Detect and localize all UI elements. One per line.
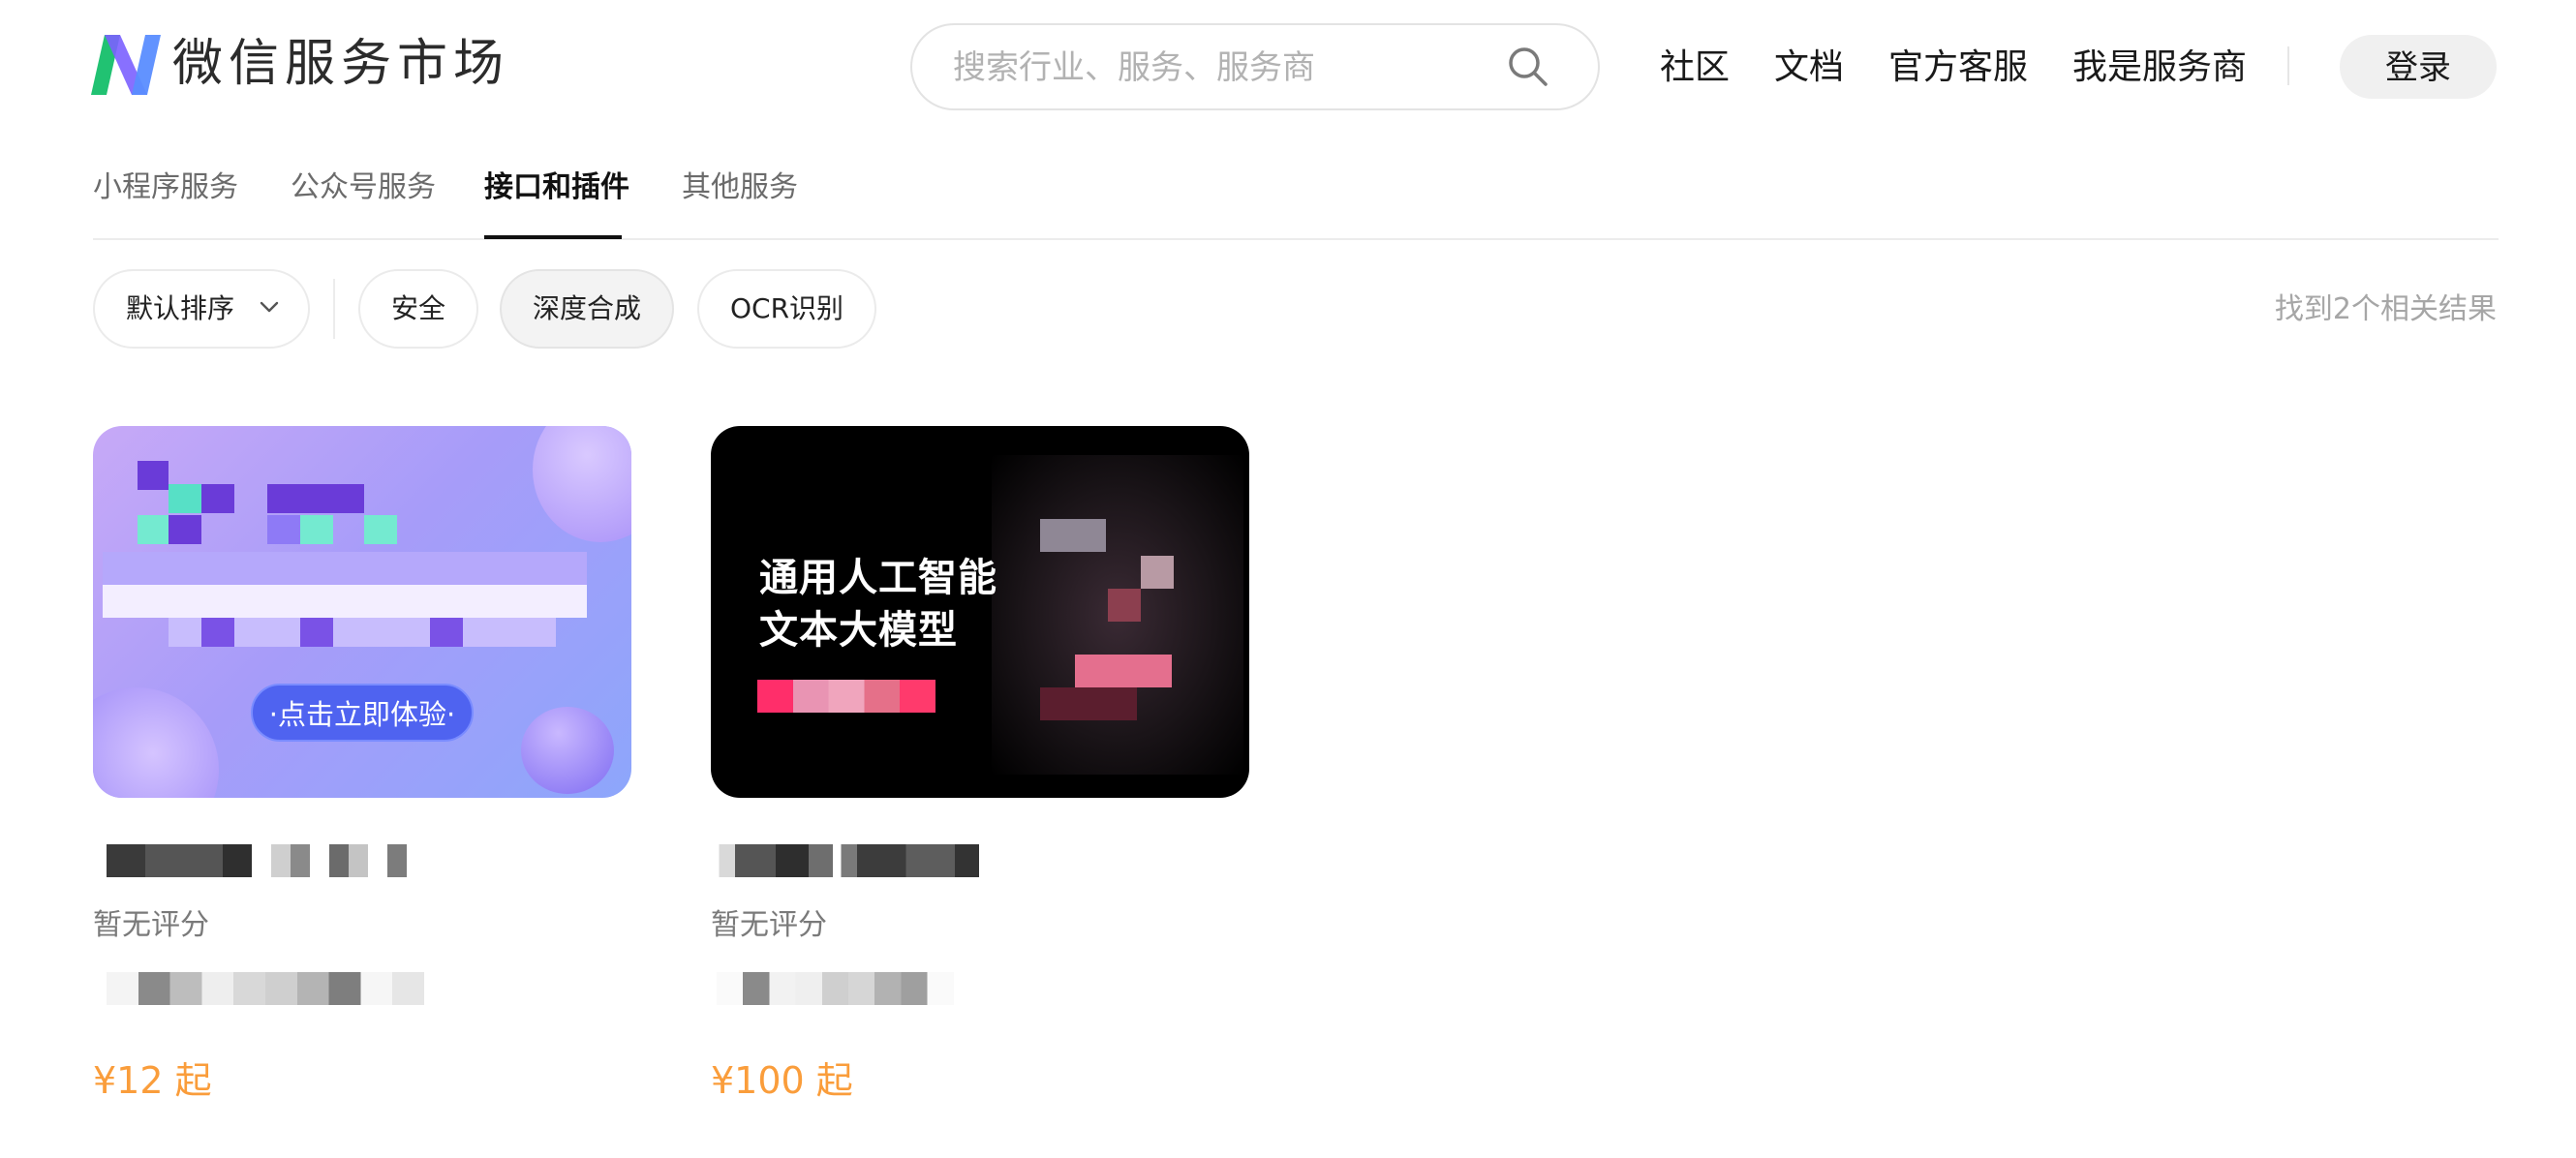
pixelated-graphic <box>757 680 935 713</box>
pixelated-graphic <box>201 484 234 513</box>
pixelated-graphic <box>169 484 201 513</box>
product-description-redacted <box>717 972 1046 1005</box>
product-description-redacted <box>107 972 504 1005</box>
promo-text-line: 文本大模型 <box>759 608 958 653</box>
pixelated-graphic <box>103 585 587 618</box>
pixelated-graphic <box>138 515 169 544</box>
nav-link-customer-service[interactable]: 官方客服 <box>1888 39 2028 97</box>
pixelated-graphic <box>138 461 169 490</box>
pixelated-graphic <box>201 618 234 647</box>
pixelated-graphic <box>364 515 397 544</box>
tab-other-services[interactable]: 其他服务 <box>682 163 798 213</box>
tab-apis-and-plugins[interactable]: 接口和插件 <box>484 163 629 213</box>
search-box[interactable] <box>910 23 1600 110</box>
pixelated-graphic <box>300 618 333 647</box>
filter-chip-ocr[interactable]: OCR识别 <box>697 269 877 349</box>
pixelated-graphic <box>1040 519 1106 552</box>
decorative-blob <box>521 707 614 794</box>
tab-official-account-services[interactable]: 公众号服务 <box>291 163 436 213</box>
nav-link-docs[interactable]: 文档 <box>1774 39 1844 97</box>
product-rating: 暂无评分 <box>711 908 827 942</box>
product-title-redacted[interactable] <box>107 844 591 877</box>
product-price: ¥12 起 <box>93 1059 212 1102</box>
active-tab-indicator <box>484 235 622 239</box>
try-now-badge: ·点击立即体验· <box>251 684 474 742</box>
service-market-page: 微信服务市场 社区 文档 官方客服 我是服务商 登录 小程序服务 公众号服务 接… <box>0 0 2576 1158</box>
login-button[interactable]: 登录 <box>2340 35 2497 99</box>
search-input[interactable] <box>951 25 1497 110</box>
pixelated-graphic <box>1108 589 1141 622</box>
pixelated-graphic <box>267 484 364 513</box>
pixelated-graphic <box>1141 556 1174 589</box>
filter-chip-security[interactable]: 安全 <box>358 269 479 349</box>
decorative-blob <box>533 426 631 542</box>
sort-dropdown[interactable]: 默认排序 <box>93 269 310 349</box>
promo-text-line: 通用人工智能 <box>759 556 997 600</box>
nav-link-provider[interactable]: 我是服务商 <box>2072 39 2247 97</box>
filter-divider <box>333 279 335 339</box>
product-card-image[interactable]: ·点击立即体验· <box>93 426 631 798</box>
nav-link-community[interactable]: 社区 <box>1660 39 1730 97</box>
pixelated-graphic <box>300 515 333 544</box>
decorative-blob <box>93 687 219 798</box>
wechat-service-market-logo-icon[interactable] <box>91 35 161 95</box>
search-icon[interactable] <box>1507 46 1549 88</box>
product-price: ¥100 起 <box>711 1059 853 1102</box>
product-title-redacted[interactable] <box>711 844 1118 877</box>
chevron-down-icon <box>260 301 279 313</box>
tabs-divider <box>93 238 2499 240</box>
pixelated-graphic <box>1075 655 1172 687</box>
pixelated-graphic <box>1040 687 1137 720</box>
product-card-image[interactable]: 通用人工智能 文本大模型 <box>711 426 1249 798</box>
pixelated-graphic <box>169 515 201 544</box>
filter-chip-deep-synthesis[interactable]: 深度合成 <box>500 269 675 349</box>
tab-mini-program-services[interactable]: 小程序服务 <box>93 163 238 213</box>
sort-label: 默认排序 <box>126 292 235 324</box>
logo-text[interactable]: 微信服务市场 <box>172 31 509 97</box>
product-rating: 暂无评分 <box>93 908 209 942</box>
pixelated-graphic <box>267 515 300 544</box>
nav-divider <box>2287 46 2289 85</box>
result-count: 找到2个相关结果 <box>2274 292 2497 326</box>
pixelated-graphic <box>430 618 463 647</box>
pixelated-graphic <box>103 552 587 585</box>
